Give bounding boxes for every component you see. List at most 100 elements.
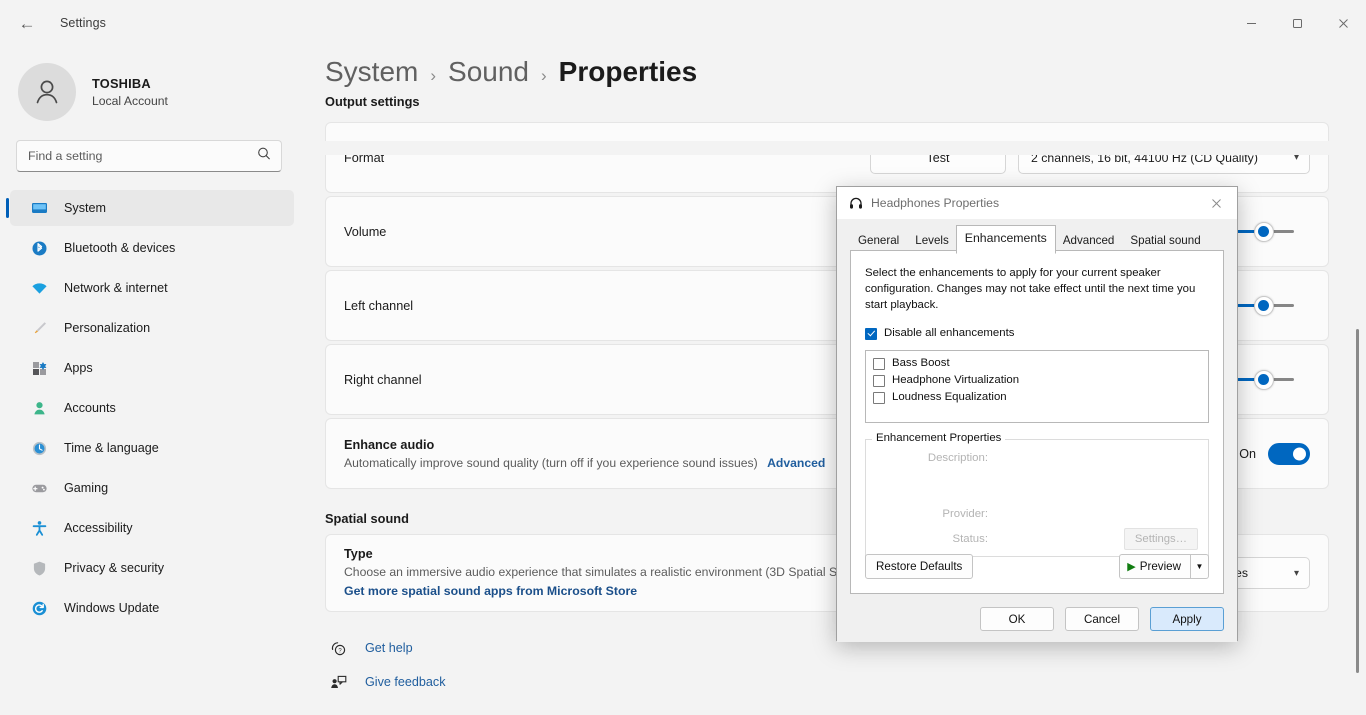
sidebar-item-accessibility[interactable]: Accessibility	[10, 510, 294, 546]
enhancements-panel: Select the enhancements to apply for you…	[850, 250, 1224, 594]
sidebar-label: Time & language	[64, 441, 159, 455]
dialog-tabs: General Levels Enhancements Advanced Spa…	[837, 220, 1237, 254]
sidebar-label: System	[64, 201, 106, 215]
enhancement-properties-title: Enhancement Properties	[872, 431, 1006, 444]
shield-icon	[28, 557, 50, 579]
format-card: Format Test 2 channels, 16 bit, 44100 Hz…	[325, 122, 1329, 193]
dialog-titlebar: Headphones Properties	[837, 187, 1237, 220]
play-icon: ▶	[1127, 561, 1136, 573]
sidebar-item-personalization[interactable]: Personalization	[10, 310, 294, 346]
gamepad-icon	[28, 477, 50, 499]
sidebar-nav: System Bluetooth & devices Network & int…	[0, 190, 300, 626]
headphone-virtualization-checkbox[interactable]	[873, 374, 885, 387]
preview-label: Preview	[1139, 560, 1181, 573]
panel-bottom-row: Restore Defaults ▶ Preview ▼	[865, 554, 1209, 579]
enhancement-properties-group: Enhancement Properties Description: Prov…	[865, 431, 1209, 557]
chevron-down-icon: ▼	[1195, 562, 1204, 571]
status-label: Status:	[952, 532, 988, 545]
person-icon	[28, 397, 50, 419]
apply-button[interactable]: Apply	[1150, 607, 1224, 631]
breadcrumb-properties: Properties	[558, 56, 698, 87]
person-icon	[36, 80, 58, 104]
preview-split-button: ▶ Preview ▼	[1119, 554, 1209, 579]
loudness-equalization-label: Loudness Equalization	[892, 391, 1007, 404]
clock-icon	[28, 437, 50, 459]
close-icon	[1211, 198, 1221, 208]
back-button[interactable]: ←	[10, 7, 44, 39]
disable-all-enhancements-row[interactable]: Disable all enhancements	[865, 327, 1209, 340]
tab-advanced[interactable]: Advanced	[1055, 228, 1123, 254]
dialog-close-button[interactable]	[1195, 187, 1237, 219]
search-input[interactable]	[17, 149, 281, 163]
headphones-properties-dialog: Headphones Properties General Levels Enh…	[836, 186, 1238, 642]
enhancement-item-loudness-equalization[interactable]: Loudness Equalization	[873, 391, 1201, 404]
spatial-store-link[interactable]: Get more spatial sound apps from Microso…	[344, 584, 637, 598]
restore-defaults-button[interactable]: Restore Defaults	[865, 554, 974, 579]
tab-enhancements[interactable]: Enhancements	[955, 225, 1056, 254]
app-title: Settings	[60, 16, 106, 30]
enhancement-item-headphone-virtualization[interactable]: Headphone Virtualization	[873, 374, 1201, 387]
monitor-icon	[28, 197, 50, 219]
enhancements-description: Select the enhancements to apply for you…	[865, 267, 1196, 312]
ok-button[interactable]: OK	[980, 607, 1054, 631]
headphone-virtualization-label: Headphone Virtualization	[892, 374, 1020, 387]
account-block[interactable]: TOSHIBA Local Account	[0, 46, 300, 126]
sidebar-item-privacy-security[interactable]: Privacy & security	[10, 550, 294, 586]
brush-icon	[28, 317, 50, 339]
give-feedback-link[interactable]: Give feedback	[325, 666, 1366, 698]
sidebar-item-network-internet[interactable]: Network & internet	[10, 270, 294, 306]
minimize-icon	[1246, 22, 1256, 24]
breadcrumb-system[interactable]: System	[325, 56, 418, 88]
slider-thumb[interactable]	[1253, 295, 1274, 316]
maximize-icon	[1292, 18, 1302, 28]
loudness-equalization-checkbox[interactable]	[873, 391, 885, 404]
maximize-button[interactable]	[1274, 0, 1320, 46]
sidebar-item-bluetooth-devices[interactable]: Bluetooth & devices	[10, 230, 294, 266]
search-box[interactable]	[16, 140, 282, 172]
settings-button[interactable]: Settings…	[1123, 527, 1198, 550]
description-label: Description:	[927, 451, 988, 464]
breadcrumb-sound[interactable]: Sound	[448, 56, 529, 88]
disable-all-enhancements-label: Disable all enhancements	[884, 326, 1015, 339]
sidebar-label: Accessibility	[64, 521, 133, 535]
sidebar-item-gaming[interactable]: Gaming	[10, 470, 294, 506]
minimize-button[interactable]	[1228, 0, 1274, 46]
breadcrumb-separator-icon: ›	[541, 66, 547, 85]
tab-spatial-sound[interactable]: Spatial sound	[1122, 228, 1208, 254]
dialog-action-buttons: OK Cancel Apply	[980, 607, 1224, 631]
slider-thumb[interactable]	[1253, 221, 1274, 242]
enhance-audio-toggle[interactable]	[1268, 442, 1310, 465]
preview-button[interactable]: ▶ Preview	[1119, 554, 1190, 579]
svg-text:?: ?	[338, 648, 342, 654]
breadcrumb: System › Sound › Properties	[300, 46, 1366, 88]
enhancement-item-bass-boost[interactable]: Bass Boost	[873, 357, 1201, 370]
enhance-audio-advanced-link[interactable]: Advanced	[767, 456, 825, 470]
sidebar-label: Privacy & security	[64, 561, 165, 575]
sidebar-label: Bluetooth & devices	[64, 241, 176, 255]
breadcrumb-separator-icon: ›	[430, 66, 437, 85]
dialog-title: Headphones Properties	[871, 196, 1000, 210]
disable-all-enhancements-checkbox[interactable]	[865, 327, 877, 340]
close-button[interactable]	[1320, 0, 1366, 46]
sidebar-item-accounts[interactable]: Accounts	[10, 390, 294, 426]
bass-boost-checkbox[interactable]	[873, 357, 885, 370]
bass-boost-label: Bass Boost	[892, 357, 950, 370]
get-help-label: Get help	[365, 641, 413, 655]
sidebar-item-time-language[interactable]: Time & language	[10, 430, 294, 466]
content-scrollbar[interactable]	[1356, 329, 1359, 673]
sidebar-item-system[interactable]: System	[6, 190, 294, 226]
cancel-button[interactable]: Cancel	[1065, 607, 1139, 631]
wifi-icon	[28, 277, 50, 299]
tab-levels[interactable]: Levels	[907, 228, 957, 254]
sidebar-item-apps[interactable]: Apps	[10, 350, 294, 386]
preview-dropdown-button[interactable]: ▼	[1190, 554, 1209, 579]
sidebar-item-windows-update[interactable]: Windows Update	[10, 590, 294, 626]
slider-thumb[interactable]	[1253, 369, 1274, 390]
window-controls	[1228, 0, 1366, 46]
update-icon	[28, 597, 50, 619]
sidebar-label: Network & internet	[64, 281, 168, 295]
tab-general[interactable]: General	[850, 228, 907, 254]
back-arrow-icon: ←	[18, 13, 36, 33]
enhancements-listbox[interactable]: Bass Boost Headphone Virtualization Loud…	[865, 349, 1209, 423]
headphones-icon	[849, 196, 863, 210]
